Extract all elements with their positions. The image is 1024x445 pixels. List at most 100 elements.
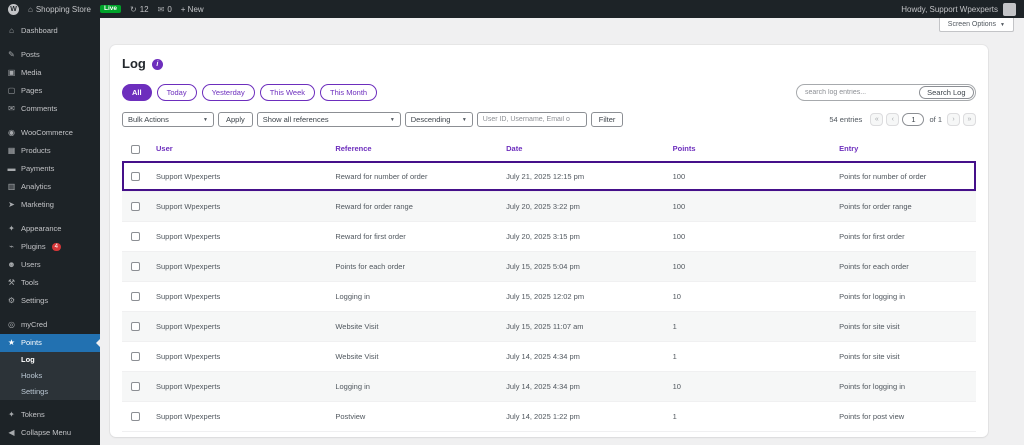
bulk-actions-select[interactable]: Bulk Actions ▼	[122, 112, 214, 127]
sidebar-item-points[interactable]: ★ Points	[0, 334, 100, 352]
pill-today[interactable]: Today	[156, 84, 197, 101]
menu-label: Analytics	[21, 182, 52, 191]
column-header-points[interactable]: Points	[664, 137, 832, 162]
sidebar-subitem-log[interactable]: Log	[0, 352, 100, 368]
chevron-down-icon: ▼	[389, 116, 395, 123]
menu-label: Products	[21, 146, 51, 155]
column-header-date[interactable]: Date	[498, 137, 665, 162]
next-page-button[interactable]: ›	[947, 113, 960, 126]
first-page-button[interactable]: «	[870, 113, 884, 126]
menu-label: Tokens	[21, 410, 45, 419]
column-header-user[interactable]: User	[148, 137, 328, 162]
apply-button[interactable]: Apply	[218, 112, 253, 127]
sidebar-item-tokens[interactable]: ✦ Tokens	[0, 406, 100, 424]
howdy-link[interactable]: Howdy, Support Wpexperts	[901, 5, 998, 14]
search-log-button[interactable]: Search Log	[919, 86, 974, 99]
cell-reference: Points for each order	[327, 251, 499, 282]
cell-user: Support Wpexperts	[148, 251, 328, 282]
filter-button[interactable]: Filter	[590, 112, 624, 127]
log-row: Support Wpexperts Reward for order range…	[122, 191, 976, 222]
comments-link[interactable]: ✉ 0	[158, 5, 172, 14]
order-select[interactable]: Descending ▼	[404, 112, 473, 127]
row-checkbox[interactable]	[130, 261, 140, 271]
cell-user: Support Wpexperts	[148, 311, 328, 342]
cell-points: 1	[664, 311, 832, 342]
sidebar-item-analytics[interactable]: ▥ Analytics	[0, 178, 100, 196]
sidebar-item-collapse-menu[interactable]: ◀ Collapse Menu	[0, 424, 100, 442]
site-name-link[interactable]: ⌂ Shopping Store	[28, 5, 91, 14]
prev-page-button[interactable]: ‹	[886, 113, 900, 126]
cell-entry: Points for site visit	[831, 341, 976, 372]
sidebar-item-settings[interactable]: ⚙ Settings	[0, 292, 100, 310]
sidebar-item-woocommerce[interactable]: ◉ WooCommerce	[0, 124, 100, 142]
sidebar-subitem-hooks[interactable]: Hooks	[0, 368, 100, 384]
menu-label: Tools	[21, 278, 39, 287]
menu-label: Pages	[21, 86, 43, 95]
sidebar-item-posts[interactable]: ✎ Posts	[0, 46, 100, 64]
sidebar-item-marketing[interactable]: ➤ Marketing	[0, 196, 100, 214]
sidebar-item-payments[interactable]: ▬ Payments	[0, 160, 100, 178]
cell-reference: Website Visit	[327, 341, 499, 372]
log-row: Support Wpexperts Website Visit July 15,…	[122, 311, 976, 342]
screen-options-button[interactable]: Screen Options ▼	[938, 18, 1014, 32]
comments-icon: ✉	[157, 4, 165, 14]
cell-date: July 14, 2025 4:34 pm	[498, 371, 665, 402]
site-name: Shopping Store	[35, 4, 91, 14]
sidebar-item-dashboard[interactable]: ⌂ Dashboard	[0, 22, 100, 40]
row-checkbox[interactable]	[130, 171, 140, 181]
info-icon[interactable]: i	[151, 58, 163, 70]
sidebar-item-mycred[interactable]: ◎ myCred	[0, 316, 100, 334]
menu-label: Collapse Menu	[21, 428, 72, 437]
sidebar-item-comments[interactable]: ✉ Comments	[0, 100, 100, 118]
column-header-reference[interactable]: Reference	[327, 137, 499, 162]
select-all-checkbox[interactable]	[130, 144, 140, 154]
row-checkbox[interactable]	[130, 201, 140, 211]
updates-count: 12	[139, 4, 149, 14]
current-page-input[interactable]: 1	[902, 113, 925, 126]
cell-user: Support Wpexperts	[148, 161, 328, 192]
cell-user: Support Wpexperts	[148, 341, 328, 372]
pill-this-week[interactable]: This Week	[259, 84, 315, 101]
pill-yesterday[interactable]: Yesterday	[201, 84, 255, 101]
sidebar-item-tools[interactable]: ⚒ Tools	[0, 274, 100, 292]
row-checkbox[interactable]	[130, 321, 140, 331]
menu-label: Points	[21, 338, 42, 347]
log-row: Support Wpexperts Postview July 14, 2025…	[122, 401, 976, 432]
menu-label: Marketing	[21, 200, 54, 209]
column-header-entry[interactable]: Entry	[831, 137, 976, 162]
live-badge: Live	[100, 4, 122, 14]
cell-reference: Logging in	[327, 371, 499, 402]
sidebar-item-media[interactable]: ▣ Media	[0, 64, 100, 82]
sidebar-subitem-settings[interactable]: Settings	[0, 384, 100, 400]
updates-link[interactable]: ↻ 12	[130, 5, 149, 14]
user-filter-input[interactable]	[476, 112, 587, 127]
new-content-link[interactable]: + New	[181, 5, 204, 14]
total-pages-label: of 1	[929, 115, 942, 124]
last-page-button[interactable]: »	[963, 113, 976, 126]
sidebar-item-pages[interactable]: ▢ Pages	[0, 82, 100, 100]
row-checkbox[interactable]	[130, 411, 140, 421]
menu-label: Hooks	[21, 371, 43, 380]
pill-all[interactable]: All	[122, 84, 152, 101]
cell-points: 10	[664, 371, 832, 402]
sidebar-item-users[interactable]: ☻ Users	[0, 256, 100, 274]
row-checkbox[interactable]	[130, 351, 140, 361]
menu-icon: ⌂	[9, 26, 14, 35]
sidebar-item-products[interactable]: ▦ Products	[0, 142, 100, 160]
menu-label: Payments	[21, 164, 55, 173]
reference-value: Show all references	[262, 115, 329, 124]
wordpress-logo-icon[interactable]: W	[8, 3, 19, 15]
sidebar-item-appearance[interactable]: ✦ Appearance	[0, 220, 100, 238]
log-row: Support Wpexperts Website Visit July 14,…	[122, 341, 976, 372]
sidebar-item-plugins[interactable]: ⌁ Plugins 4	[0, 238, 100, 256]
reference-select[interactable]: Show all references ▼	[256, 112, 401, 127]
row-checkbox[interactable]	[130, 231, 140, 241]
cell-user: Support Wpexperts	[148, 401, 328, 432]
search-input[interactable]	[797, 89, 918, 96]
pill-this-month[interactable]: This Month	[320, 84, 378, 101]
row-checkbox[interactable]	[130, 381, 140, 391]
cell-date: July 21, 2025 12:15 pm	[498, 161, 665, 192]
admin-sidebar: ⌂ Dashboard ✎ Posts ▣ Media ▢ Pages ✉ Co…	[0, 18, 100, 445]
chevron-down-icon: ▼	[203, 116, 208, 123]
row-checkbox[interactable]	[130, 291, 140, 301]
